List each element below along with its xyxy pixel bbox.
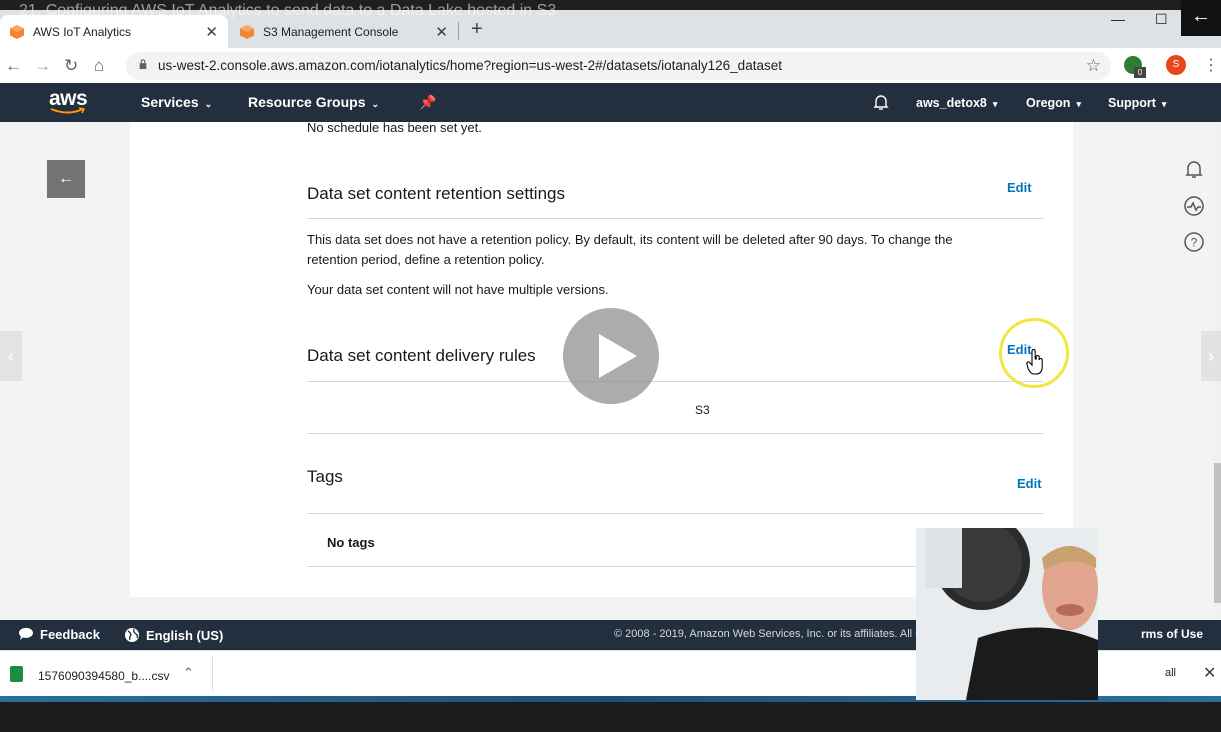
video-back-arrow-icon[interactable]: ← <box>1181 0 1221 36</box>
schedule-text: No schedule has been set yet. <box>307 120 482 135</box>
csv-file-icon <box>10 666 23 682</box>
aws-cube-icon <box>240 24 254 39</box>
retention-description-line1: This data set does not have a retention … <box>307 232 953 247</box>
notification-bell-icon[interactable] <box>1183 158 1205 180</box>
account-menu[interactable]: aws_detox8 ▾ <box>916 96 997 110</box>
reload-icon[interactable]: ↻ <box>64 56 78 76</box>
resource-groups-menu[interactable]: Resource Groups ⌄ <box>248 94 379 110</box>
download-filename[interactable]: 1576090394580_b....csv <box>38 669 169 683</box>
account-label: aws_detox8 <box>916 96 987 110</box>
no-tags-text: No tags <box>327 535 375 550</box>
forward-arrow-icon[interactable]: → <box>34 56 51 76</box>
notifications-bell-icon[interactable] <box>873 94 889 114</box>
chevron-down-icon: ⌄ <box>371 99 380 109</box>
aws-cube-icon <box>10 24 24 39</box>
region-menu[interactable]: Oregon ▾ <box>1026 96 1081 110</box>
globe-icon <box>125 628 139 642</box>
hand-cursor-icon <box>1026 349 1043 375</box>
browser-menu-icon[interactable]: ⋮ <box>1203 55 1219 75</box>
url-text: us-west-2.console.aws.amazon.com/iotanal… <box>158 58 782 73</box>
close-tab-icon[interactable]: ✕ <box>435 23 448 41</box>
new-tab-icon[interactable]: + <box>471 18 483 41</box>
aws-console-nav: aws Services ⌄ Resource Groups ⌄ 📌 aws_det… <box>0 83 1221 122</box>
tab-label: S3 Management Console <box>263 24 399 39</box>
video-prev-chevron-icon[interactable]: ‹ <box>0 331 22 381</box>
support-menu[interactable]: Support ▾ <box>1108 96 1166 110</box>
svg-text:?: ? <box>1191 236 1198 250</box>
aws-smile-icon <box>50 107 86 114</box>
feedback-label: Feedback <box>40 627 100 642</box>
feedback-speech-icon <box>18 627 33 640</box>
divider <box>307 381 1044 382</box>
bookmark-star-icon[interactable]: ☆ <box>1086 56 1101 76</box>
divider <box>307 433 1044 434</box>
language-label: English (US) <box>146 628 224 643</box>
divider <box>212 657 213 691</box>
lock-icon <box>139 59 147 69</box>
back-button[interactable]: ← <box>47 160 85 198</box>
caret-down-icon: ▾ <box>1161 99 1167 109</box>
resource-groups-label: Resource Groups <box>248 94 366 110</box>
services-label: Services <box>141 94 199 110</box>
tab-aws-iot-analytics[interactable]: AWS IoT Analytics ✕ <box>0 15 228 48</box>
terms-of-use-link[interactable]: rms of Use <box>1141 627 1203 641</box>
instructor-video-image <box>916 528 1098 700</box>
divider <box>307 218 1044 219</box>
scrollbar-thumb[interactable] <box>1214 463 1221 603</box>
maximize-icon[interactable]: ☐ <box>1155 11 1168 28</box>
play-icon <box>599 334 637 378</box>
screen: 21. Configuring AWS IoT Analytics to sen… <box>0 0 1221 732</box>
show-all-button[interactable]: all <box>1165 667 1176 679</box>
language-selector[interactable]: English (US) <box>124 627 223 643</box>
chevron-down-icon: ⌄ <box>204 99 213 109</box>
tags-edit-link[interactable]: Edit <box>1017 476 1042 491</box>
delivery-rule-s3: S3 <box>695 403 710 417</box>
close-tab-icon[interactable]: ✕ <box>205 23 218 41</box>
region-label: Oregon <box>1026 96 1071 110</box>
video-next-chevron-icon[interactable]: › <box>1201 331 1221 381</box>
pin-icon[interactable]: 📌 <box>419 94 436 111</box>
tab-separator <box>458 22 459 40</box>
versions-text: Your data set content will not have mult… <box>307 282 609 297</box>
instructor-webcam <box>916 528 1098 700</box>
tab-s3-management-console[interactable]: S3 Management Console ✕ <box>230 15 458 48</box>
feedback-link[interactable]: Feedback <box>18 627 100 642</box>
services-menu[interactable]: Services ⌄ <box>141 94 212 110</box>
caret-down-icon: ▾ <box>1076 99 1081 109</box>
tags-heading: Tags <box>307 467 343 486</box>
home-icon[interactable]: ⌂ <box>94 56 104 76</box>
divider <box>307 513 1044 514</box>
tab-label: AWS IoT Analytics <box>33 24 132 39</box>
health-pulse-icon[interactable] <box>1183 195 1205 217</box>
minimize-icon[interactable]: — <box>1111 11 1125 27</box>
retention-description-line2: retention period, define a retention pol… <box>307 252 545 267</box>
retention-edit-link[interactable]: Edit <box>1007 180 1032 195</box>
support-label: Support <box>1108 96 1156 110</box>
extension-badge: 0 <box>1134 67 1146 78</box>
caret-down-icon: ▾ <box>992 99 998 109</box>
profile-avatar[interactable]: S <box>1166 55 1186 75</box>
back-arrow-icon[interactable]: ← <box>5 56 22 76</box>
address-bar-row: ← → ↻ ⌂ us-west-2.console.aws.amazon.com… <box>0 48 1221 83</box>
delivery-rules-heading: Data set content delivery rules <box>307 346 536 365</box>
retention-heading: Data set content retention settings <box>307 184 565 203</box>
chevron-up-icon[interactable]: ⌃ <box>183 665 194 681</box>
url-field[interactable]: us-west-2.console.aws.amazon.com/iotanal… <box>126 52 1111 80</box>
close-downloads-icon[interactable]: ✕ <box>1203 663 1216 683</box>
help-icon[interactable]: ? <box>1183 231 1205 253</box>
